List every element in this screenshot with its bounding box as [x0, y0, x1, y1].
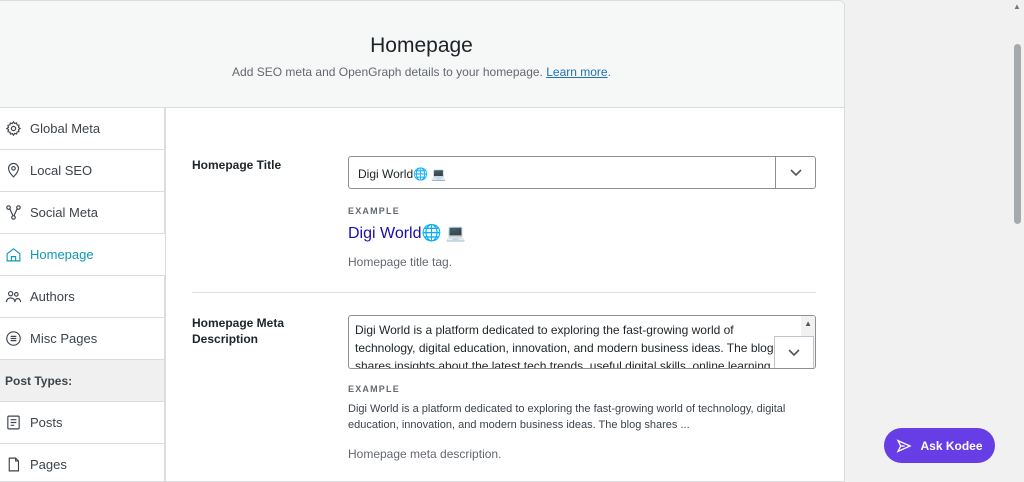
settings-card: Homepage Add SEO meta and OpenGraph deta…	[0, 0, 845, 482]
sidebar-item-label: Homepage	[30, 247, 94, 262]
sidebar-item-misc-pages[interactable]: Misc Pages	[0, 318, 165, 360]
subtitle-text: Add SEO meta and OpenGraph details to yo…	[232, 65, 543, 79]
users-icon	[5, 290, 22, 303]
scroll-up-icon[interactable]: ▲	[1013, 2, 1021, 11]
page-icon	[8, 457, 20, 472]
list-circle-icon	[6, 331, 21, 346]
label-line: Description	[192, 332, 259, 346]
label-line: Homepage Meta	[192, 316, 285, 330]
sidebar-item-label: Posts	[30, 415, 63, 430]
sidebar-item-label: Authors	[30, 289, 75, 304]
smart-tags-dropdown-button[interactable]	[775, 157, 815, 188]
homepage-title-label: Homepage Title	[192, 158, 282, 172]
subtitle-period: .	[607, 65, 611, 79]
sidebar-item-global-meta[interactable]: Global Meta	[0, 108, 165, 150]
location-pin-icon	[7, 162, 20, 178]
sparkle-send-icon	[897, 438, 913, 453]
settings-content: Homepage Title Digi World🌐 💻 EXAMPLE Dig…	[165, 108, 844, 481]
sidebar-item-homepage[interactable]: Homepage	[0, 234, 165, 276]
sidebar-item-label: Misc Pages	[30, 331, 98, 346]
ask-kodee-label: Ask Kodee	[920, 438, 983, 453]
chevron-down-icon	[788, 349, 800, 357]
sidebar-item-label: Global Meta	[30, 121, 101, 136]
page-header: Homepage Add SEO meta and OpenGraph deta…	[0, 1, 844, 108]
home-icon	[6, 248, 21, 262]
sidebar-item-label: Social Meta	[30, 205, 98, 220]
sidebar: Global Meta Local SEO Social Meta Homepa…	[0, 108, 165, 481]
meta-description-value: Digi World is a platform dedicated to ex…	[355, 323, 774, 369]
homepage-meta-description-label: Homepage Meta Description	[192, 315, 284, 347]
sidebar-item-pages[interactable]: Pages	[0, 444, 165, 481]
page-scrollbar[interactable]: ▲	[1010, 0, 1024, 469]
document-icon	[7, 415, 20, 430]
post-types-heading: Post Types:	[0, 360, 165, 402]
scrollbar-thumb[interactable]	[1014, 44, 1021, 224]
meta-description-help: Homepage meta description.	[348, 447, 502, 461]
sidebar-item-authors[interactable]: Authors	[0, 276, 165, 318]
share-icon	[6, 205, 21, 220]
homepage-title-value: Digi World🌐 💻	[358, 167, 447, 181]
example-label: EXAMPLE	[348, 384, 400, 394]
divider	[192, 292, 816, 293]
chevron-down-icon	[789, 168, 802, 176]
homepage-title-input[interactable]: Digi World🌐 💻	[348, 156, 816, 189]
sidebar-item-posts[interactable]: Posts	[0, 402, 165, 444]
learn-more-link[interactable]: Learn more	[546, 65, 607, 79]
page-subtitle: Add SEO meta and OpenGraph details to yo…	[0, 65, 844, 79]
homepage-title-help: Homepage title tag.	[348, 255, 453, 269]
sidebar-item-label: Pages	[30, 457, 67, 472]
example-title: Digi World🌐 💻	[348, 225, 466, 242]
example-label: EXAMPLE	[348, 206, 400, 216]
ask-kodee-button[interactable]: Ask Kodee	[884, 428, 995, 463]
homepage-meta-description-textarea[interactable]: Digi World is a platform dedicated to ex…	[348, 315, 816, 369]
scroll-up-icon[interactable]: ▲	[804, 319, 812, 328]
sidebar-item-local-seo[interactable]: Local SEO	[0, 150, 165, 192]
sidebar-item-social-meta[interactable]: Social Meta	[0, 192, 165, 234]
sidebar-item-label: Local SEO	[30, 163, 93, 178]
gear-icon	[5, 120, 22, 137]
example-description: Digi World is a platform dedicated to ex…	[348, 403, 786, 431]
page-title: Homepage	[370, 34, 473, 57]
smart-tags-dropdown-button[interactable]	[774, 336, 814, 368]
